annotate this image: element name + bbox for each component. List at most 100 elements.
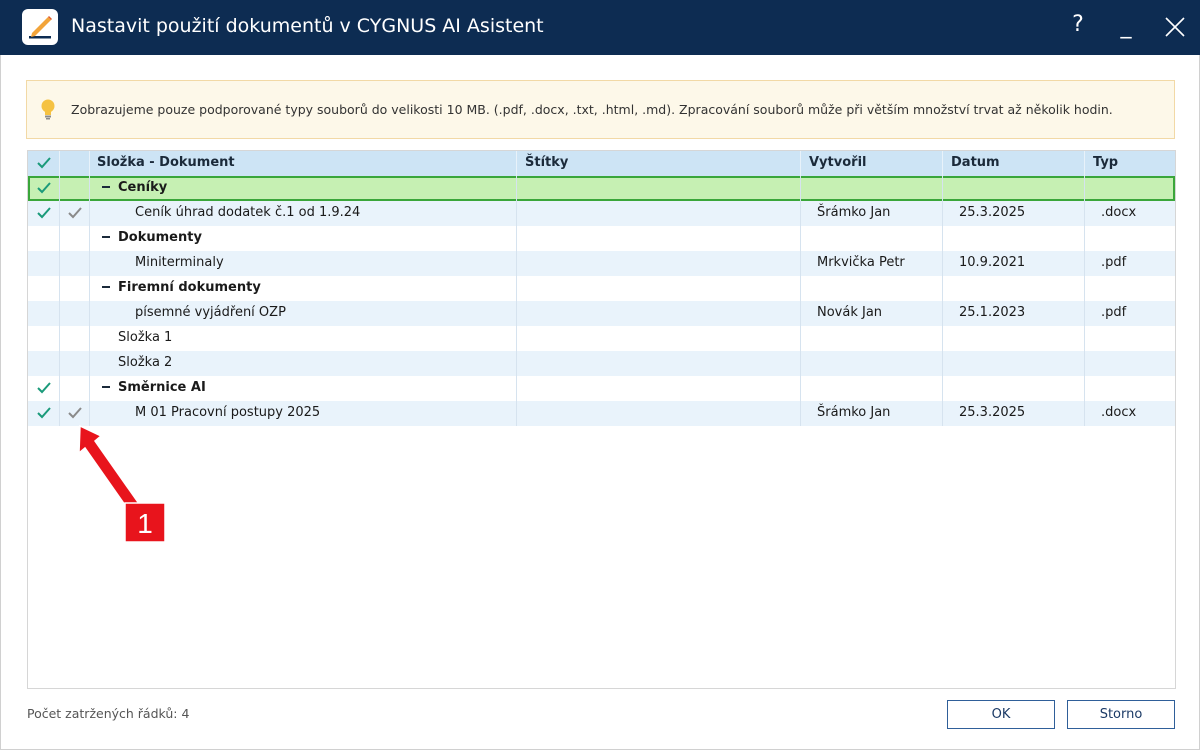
date-cell [943,276,1085,301]
gray-checkmark-icon [67,407,82,419]
author-cell [801,226,943,251]
checkmark-icon [36,207,51,219]
folder-name-cell: Dokumenty [90,226,517,251]
tags-cell [517,251,801,276]
document-name-cell: písemné vyjádření OZP [90,301,517,326]
ok-button[interactable]: OK [947,700,1055,729]
row-check2-cell[interactable] [60,251,90,276]
folder-name-cell: Firemní dokumenty [90,276,517,301]
close-button[interactable] [1160,12,1190,44]
column-header-date[interactable]: Datum [943,151,1085,176]
row-check-cell[interactable] [28,401,60,426]
column-header-author[interactable]: Vytvořil [801,151,943,176]
row-check-cell[interactable] [28,276,60,301]
date-cell: 25.3.2025 [943,201,1085,226]
row-check-cell[interactable] [28,226,60,251]
document-name-cell: Ceník úhrad dodatek č.1 od 1.9.24 [90,201,517,226]
row-check2-cell[interactable] [60,276,90,301]
folder-name-cell: Ceníky [90,176,517,201]
row-check-cell[interactable] [28,376,60,401]
row-check-cell[interactable] [28,251,60,276]
table-row[interactable]: M 01 Pracovní postupy 2025 Šrámko Jan 25… [28,401,1175,426]
checkmark-icon [36,382,51,394]
folder-name-cell: Složka 1 [90,326,517,351]
table-row[interactable]: Složka 2 [28,351,1175,376]
type-cell [1085,351,1175,376]
type-cell [1085,276,1175,301]
table-row[interactable]: písemné vyjádření OZP Novák Jan 25.1.202… [28,301,1175,326]
author-cell [801,326,943,351]
row-check-cell[interactable] [28,301,60,326]
header-check2-column[interactable] [60,151,90,176]
row-check2-cell[interactable] [60,401,90,426]
tags-cell [517,226,801,251]
row-check2-cell[interactable] [60,226,90,251]
row-check2-cell[interactable] [60,301,90,326]
table-row[interactable]: Ceník úhrad dodatek č.1 od 1.9.24 Šrámko… [28,201,1175,226]
tags-cell [517,201,801,226]
minimize-button[interactable]: _ [1111,14,1141,39]
row-check2-cell[interactable] [60,176,90,201]
tags-cell [517,351,801,376]
table-row[interactable]: Směrnice AI [28,376,1175,401]
type-cell [1085,226,1175,251]
documents-grid: Složka - Dokument Štítky Vytvořil Datum … [27,150,1176,689]
type-cell: .docx [1101,205,1137,220]
row-check2-cell[interactable] [60,351,90,376]
tags-cell [517,326,801,351]
column-header-type[interactable]: Typ [1085,151,1175,176]
tags-cell [517,401,801,426]
collapse-icon[interactable] [102,385,110,388]
date-cell [943,226,1085,251]
row-check-cell[interactable] [28,176,60,201]
collapse-icon[interactable] [102,185,110,188]
collapse-icon[interactable] [102,285,110,288]
author-cell: Novák Jan [801,301,943,326]
author-cell [801,276,943,301]
column-header-document[interactable]: Složka - Dokument [90,151,517,176]
date-cell [943,376,1085,401]
date-cell: 25.3.2025 [943,401,1085,426]
document-name-cell: Miniterminaly [90,251,517,276]
row-check-cell[interactable] [28,201,60,226]
gray-checkmark-icon [67,207,82,219]
tags-cell [517,276,801,301]
folder-name-cell: Složka 2 [90,351,517,376]
date-cell [943,351,1085,376]
date-cell: 10.9.2021 [943,251,1085,276]
tags-cell [517,176,801,201]
table-row[interactable]: Firemní dokumenty [28,276,1175,301]
folder-name-cell: Směrnice AI [90,376,517,401]
tags-cell [517,376,801,401]
tags-cell [517,301,801,326]
type-cell: .docx [1101,405,1137,420]
checkmark-icon [36,157,51,169]
document-name-cell: M 01 Pracovní postupy 2025 [90,401,517,426]
row-check2-cell[interactable] [60,201,90,226]
cancel-button[interactable]: Storno [1067,700,1175,729]
collapse-icon[interactable] [102,235,110,238]
column-header-tags[interactable]: Štítky [517,151,801,176]
checked-rows-count: Počet zatržených řádků: 4 [27,706,190,721]
table-row[interactable]: Ceníky [28,176,1175,201]
help-button[interactable]: ? [1063,12,1093,37]
row-check2-cell[interactable] [60,326,90,351]
row-check-cell[interactable] [28,351,60,376]
close-icon [1165,17,1185,37]
info-banner: Zobrazujeme pouze podporované typy soubo… [26,80,1175,139]
author-cell [801,376,943,401]
dialog-body: Zobrazujeme pouze podporované typy soubo… [0,55,1200,750]
grid-header: Složka - Dokument Štítky Vytvořil Datum … [28,151,1175,176]
header-check-column[interactable] [28,151,60,176]
type-cell [1085,326,1175,351]
table-row[interactable]: Miniterminaly Mrkvička Petr 10.9.2021 .p… [28,251,1175,276]
row-check2-cell[interactable] [60,376,90,401]
type-cell [1085,176,1175,201]
title-bar: Nastavit použití dokumentů v CYGNUS AI A… [0,0,1200,55]
window-title: Nastavit použití dokumentů v CYGNUS AI A… [71,15,544,37]
author-cell [801,351,943,376]
table-row[interactable]: Dokumenty [28,226,1175,251]
author-cell: Šrámko Jan [801,401,943,426]
row-check-cell[interactable] [28,326,60,351]
table-row[interactable]: Složka 1 [28,326,1175,351]
